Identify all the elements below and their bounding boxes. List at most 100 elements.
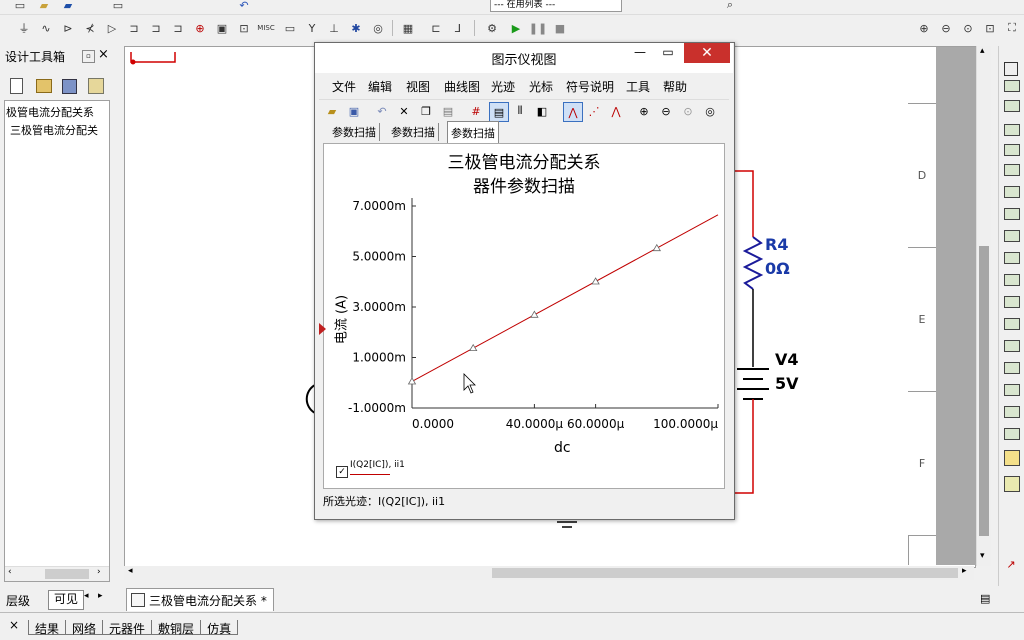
rf-icon[interactable]: Y [304,20,320,36]
instrument-word-generator-icon[interactable] [1004,208,1020,220]
mcu-icon[interactable]: ◎ [370,20,386,36]
misc-icon[interactable]: MISC [256,20,276,36]
instrument-oscilloscope-icon[interactable] [1004,124,1020,136]
cmos-icon[interactable]: ⊐ [148,20,164,36]
ttl-icon[interactable]: ⊐ [126,20,142,36]
instrument-agilent-generator-icon[interactable] [1004,362,1020,374]
toolbox-pin-button[interactable]: ▫ [82,50,95,63]
tab-nets[interactable]: 网络 [66,620,104,636]
zoom-select-icon[interactable]: ⊙ [679,102,697,120]
tab-simulation[interactable]: 仿真 [201,620,239,636]
scroll-down-icon[interactable]: ▾ [980,551,985,561]
scroll-left-icon[interactable]: ‹ [8,567,12,577]
misc-digital-icon[interactable]: ⊐ [170,20,186,36]
zoom-area-icon[interactable]: ⊙ [960,20,976,36]
canvas-horizontal-scrollbar[interactable]: ◂ ▸ [124,566,974,580]
transistor-icon[interactable]: ⊀ [82,20,98,36]
instrument-iv-analyzer-icon[interactable] [1004,274,1020,286]
zoom-out-icon[interactable]: ⊖ [657,102,675,120]
electromechanical-icon[interactable]: ⊥ [326,20,342,36]
instrument-current-probe-icon[interactable]: ↗ [1004,558,1018,572]
tab-scroll-right-icon[interactable]: ▸ [98,591,103,601]
canvas-vertical-scrollbar[interactable]: ▴ ▾ [976,46,991,566]
instrument-spectrum-analyzer-icon[interactable] [1004,318,1020,330]
instrument-4ch-oscilloscope-icon[interactable] [1004,144,1020,156]
save-icon[interactable]: ▰ [60,0,76,13]
instrument-logic-analyzer-icon[interactable] [1004,252,1020,264]
legend-checkbox[interactable]: ✓ [336,466,348,478]
close-button[interactable]: ✕ [684,43,730,63]
instrument-bode-plotter-icon[interactable] [1004,164,1020,176]
tab-hierarchy[interactable]: 层级 [6,592,30,609]
menu-view[interactable]: 视图 [406,78,430,95]
zoom-icon[interactable]: ⌕ [722,0,738,13]
tab-parameter-sweep-3[interactable]: 参数扫描 [447,121,499,143]
tree-item[interactable]: 极管电流分配关系 [6,104,94,120]
instrument-wattmeter-icon[interactable] [1004,100,1020,112]
legend-icon[interactable]: ▤ [489,102,509,122]
instrument-frequency-counter-icon[interactable] [1004,186,1020,198]
tab-scroll-left-icon[interactable]: ◂ [84,591,89,601]
toolbox-close-button[interactable]: × [98,47,109,62]
advanced-peripherals-icon[interactable]: ▭ [282,20,298,36]
ground-icon[interactable]: ⏚ [16,20,32,36]
tab-results[interactable]: 结果 [28,620,67,636]
diode-icon[interactable]: ⊳ [60,20,76,36]
menu-file[interactable]: 文件 [332,78,356,95]
open-icon[interactable]: ▰ [36,0,52,13]
tab-parameter-sweep-1[interactable]: 参数扫描 [329,123,380,141]
tab-parameter-sweep-2[interactable]: 参数扫描 [388,123,439,141]
menu-help[interactable]: 帮助 [663,78,687,95]
instrument-ni-elvis-icon[interactable] [1004,476,1020,492]
instrument-tektronix-oscilloscope-icon[interactable] [1004,428,1020,440]
tree-scroll-thumb[interactable] [45,569,89,579]
zoom-in-icon[interactable]: ⊕ [635,102,653,120]
grapher-paste-icon[interactable]: ▤ [439,102,457,120]
grapher-undo-icon[interactable]: ↶ [373,102,391,120]
instrument-distortion-analyzer-icon[interactable] [1004,296,1020,308]
toolbox-close-project-icon[interactable] [88,78,104,94]
toolbox-save-icon[interactable] [62,79,77,94]
tab-components[interactable]: 元器件 [103,620,153,636]
mixed-icon[interactable]: ⊕ [192,20,208,36]
instrument-labview-icon[interactable] [1004,450,1020,466]
scroll-left-icon[interactable]: ◂ [128,566,133,576]
wire-icon[interactable]: ⅃ [450,20,466,36]
instrument-logic-converter-icon[interactable] [1004,230,1020,242]
instrument-agilent-oscilloscope-icon[interactable] [1004,406,1020,418]
zoom-in-icon[interactable]: ⊕ [916,20,932,36]
in-use-list-dropdown[interactable]: --- 在用列表 --- [490,0,622,12]
toolbox-new-icon[interactable] [10,78,23,94]
vertical-scroll-thumb[interactable] [979,246,989,536]
full-screen-icon[interactable]: ⛶ [1004,20,1020,36]
scroll-up-icon[interactable]: ▴ [980,46,985,56]
hierarchical-block-icon[interactable]: ▦ [400,20,416,36]
indicator-icon[interactable]: ▣ [214,20,230,36]
horizontal-scroll-thumb[interactable] [492,568,958,578]
undo-icon[interactable]: ↶ [236,0,252,13]
analog-icon[interactable]: ▷ [104,20,120,36]
print-icon[interactable]: ▭ [110,0,126,13]
cursors-icon[interactable]: ⫴ [511,102,529,120]
grapher-cut-icon[interactable]: ✕ [395,102,413,120]
simulate-settings-icon[interactable]: ⚙ [484,20,500,36]
toolbox-open-icon[interactable] [36,79,52,93]
document-tab[interactable]: 三极管电流分配关系 * [126,588,274,611]
minimize-button[interactable]: — [627,45,653,63]
grapher-open-icon[interactable]: ▰ [323,102,341,120]
menu-legend[interactable]: 符号说明 [566,78,614,95]
instrument-multimeter-icon[interactable] [1004,62,1018,76]
new-icon[interactable]: ▭ [12,0,28,13]
ni-icon[interactable]: ✱ [348,20,364,36]
zoom-fit-icon[interactable]: ◎ [701,102,719,120]
scroll-right-icon[interactable]: ▸ [962,566,967,576]
tab-copper-layers[interactable]: 敷铜层 [152,620,202,636]
run-icon[interactable]: ▶ [508,20,524,36]
tab-visibility[interactable]: 可见 [48,590,84,610]
instrument-function-generator-icon[interactable] [1004,80,1020,92]
bottom-panel-close-button[interactable]: × [9,618,19,632]
trace-dots-icon[interactable]: ⋰ [585,102,603,120]
grid-icon[interactable]: # [467,102,485,120]
grapher-save-icon[interactable]: ▣ [345,102,363,120]
instrument-network-analyzer-icon[interactable] [1004,340,1020,352]
